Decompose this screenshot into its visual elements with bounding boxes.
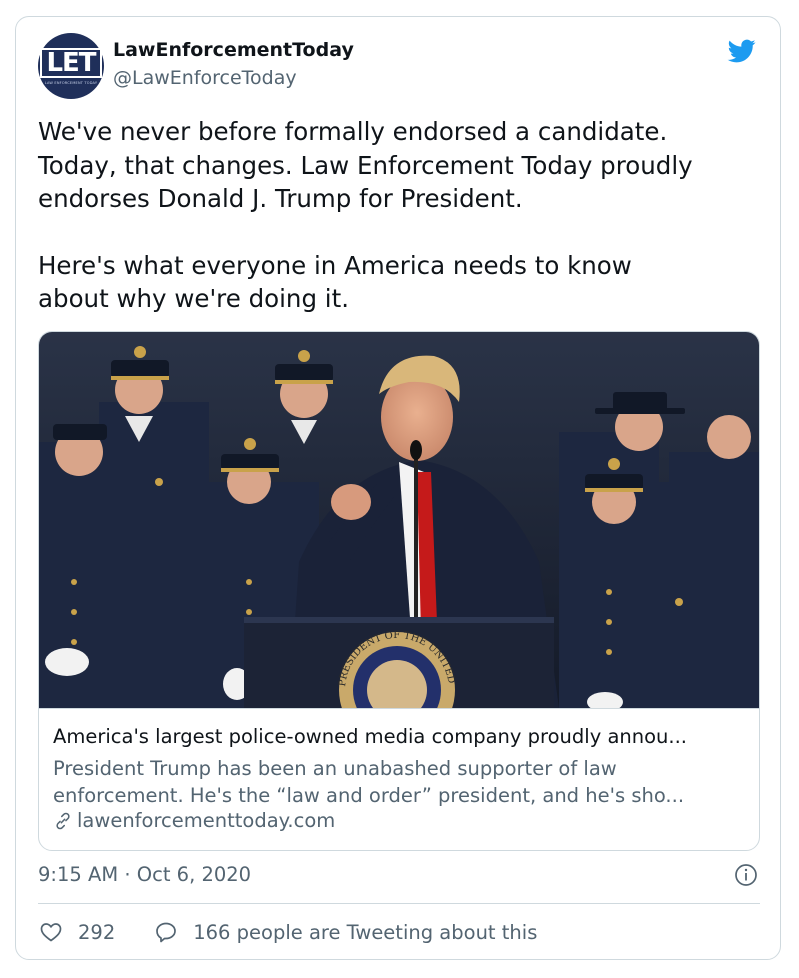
tweet-timestamp[interactable]: 9:15 AM · Oct 6, 2020 [38, 863, 251, 886]
tweet-line: Here's what everyone in America needs to… [38, 250, 632, 280]
like-count: 292 [78, 920, 116, 944]
link-preview-card[interactable]: PRESIDENT OF THE UNITED America's larges… [38, 331, 760, 851]
tweet-line: endorses Donald J. Trump for President. [38, 184, 523, 213]
avatar-monogram: LET [40, 47, 102, 78]
conversation-text: 166 people are Tweeting about this [193, 920, 538, 944]
link-title[interactable]: America's largest police-owned media com… [53, 725, 753, 748]
link-preview-image[interactable]: PRESIDENT OF THE UNITED [39, 332, 760, 708]
tweet-line: about why we're doing it. [38, 284, 349, 313]
link-domain[interactable]: lawenforcementtoday.com [53, 809, 335, 832]
link-description-line: President Trump has been an unabashed su… [53, 757, 617, 780]
avatar-caption: LAW ENFORCEMENT TODAY [44, 80, 98, 85]
like-button[interactable]: 292 [38, 920, 115, 944]
tweet-line: Today, that changes. Law Enforcement Tod… [38, 150, 693, 180]
link-icon [56, 812, 70, 829]
avatar[interactable]: LET LAW ENFORCEMENT TODAY [38, 33, 104, 99]
tweet-text: We've never before formally endorsed a c… [38, 115, 763, 316]
divider [38, 903, 760, 904]
heart-icon [40, 923, 62, 942]
author-handle[interactable]: @LawEnforceToday [113, 67, 297, 89]
twitter-bird-icon[interactable] [726, 37, 758, 65]
link-description-line: enforcement. He's the “law and order” pr… [53, 784, 685, 807]
link-card-text[interactable]: America's largest police-owned media com… [39, 708, 759, 850]
link-domain-text: lawenforcementtoday.com [77, 809, 336, 832]
reply-bubble-icon [156, 922, 177, 943]
info-icon[interactable] [734, 863, 758, 887]
author-display-name[interactable]: LawEnforcementToday [113, 39, 354, 61]
conversation-link[interactable]: 166 people are Tweeting about this [153, 920, 537, 944]
tweet-line: We've never before formally endorsed a c… [38, 117, 668, 146]
tweet-card: LET LAW ENFORCEMENT TODAY LawEnforcement… [15, 16, 781, 960]
engagement-stats: 292 166 people are Tweeting about this [38, 917, 537, 947]
link-description: President Trump has been an unabashed su… [53, 755, 753, 809]
